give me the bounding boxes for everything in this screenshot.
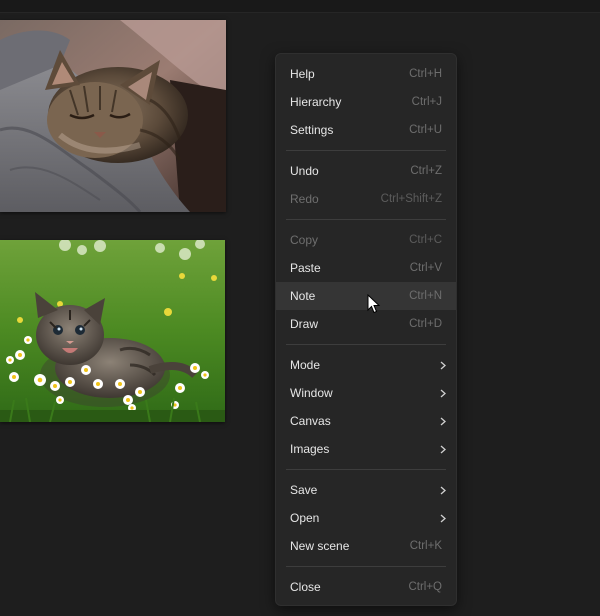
context-menu: Help Ctrl+H Hierarchy Ctrl+J Settings Ctrl+U U…	[275, 53, 457, 606]
menu-separator	[286, 150, 446, 151]
menu-item-label: Copy	[290, 233, 319, 247]
chevron-right-icon	[436, 416, 446, 426]
menu-item-label: Paste	[290, 261, 321, 275]
menu-separator	[286, 566, 446, 567]
menu-item-shortcut: Ctrl+U	[409, 124, 442, 136]
menu-item-settings[interactable]: Settings Ctrl+U	[276, 116, 456, 144]
menu-item-paste[interactable]: Paste Ctrl+V	[276, 254, 456, 282]
photo-kitten-grass[interactable]	[0, 240, 225, 422]
menu-item-shortcut: Ctrl+K	[409, 540, 442, 552]
menu-item-label: Open	[290, 511, 320, 525]
menu-item-help[interactable]: Help Ctrl+H	[276, 60, 456, 88]
menu-separator	[286, 344, 446, 345]
menu-item-shortcut: Ctrl+Shift+Z	[380, 193, 442, 205]
menu-item-label: Images	[290, 442, 330, 456]
menu-item-label: Hierarchy	[290, 95, 342, 109]
menu-item-label: Mode	[290, 358, 321, 372]
menu-item-hierarchy[interactable]: Hierarchy Ctrl+J	[276, 88, 456, 116]
chevron-right-icon	[436, 485, 446, 495]
menu-item-label: Draw	[290, 317, 319, 331]
menu-item-label: Help	[290, 67, 315, 81]
menu-separator	[286, 219, 446, 220]
menu-item-save[interactable]: Save	[276, 476, 456, 504]
menu-item-label: Note	[290, 289, 316, 303]
menu-item-shortcut: Ctrl+J	[411, 96, 442, 108]
menu-item-window[interactable]: Window	[276, 379, 456, 407]
menu-separator	[286, 469, 446, 470]
menu-item-new-scene[interactable]: New scene Ctrl+K	[276, 532, 456, 560]
menu-item-shortcut: Ctrl+Z	[410, 165, 442, 177]
menu-item-label: Close	[290, 580, 321, 594]
menu-item-label: Save	[290, 483, 318, 497]
chevron-right-icon	[436, 360, 446, 370]
menu-item-label: New scene	[290, 539, 350, 553]
menu-item-label: Canvas	[290, 414, 331, 428]
menu-item-copy: Copy Ctrl+C	[276, 226, 456, 254]
menu-item-shortcut: Ctrl+N	[409, 290, 442, 302]
menu-item-note[interactable]: Note Ctrl+N	[276, 282, 456, 310]
menu-item-canvas[interactable]: Canvas	[276, 407, 456, 435]
menu-item-undo[interactable]: Undo Ctrl+Z	[276, 157, 456, 185]
menu-item-label: Undo	[290, 164, 319, 178]
menu-item-images[interactable]: Images	[276, 435, 456, 463]
kitten-grass-image	[0, 240, 225, 422]
chevron-right-icon	[436, 513, 446, 523]
menu-item-redo: Redo Ctrl+Shift+Z	[276, 185, 456, 213]
chevron-right-icon	[436, 444, 446, 454]
top-bar	[0, 0, 600, 13]
menu-item-label: Redo	[290, 192, 319, 206]
menu-item-close[interactable]: Close Ctrl+Q	[276, 573, 456, 601]
menu-item-shortcut: Ctrl+V	[409, 262, 442, 274]
photo-sleeping-cat[interactable]	[0, 20, 226, 212]
menu-item-label: Settings	[290, 123, 334, 137]
menu-item-label: Window	[290, 386, 333, 400]
menu-item-shortcut: Ctrl+H	[409, 68, 442, 80]
menu-item-shortcut: Ctrl+D	[409, 318, 442, 330]
menu-item-draw[interactable]: Draw Ctrl+D	[276, 310, 456, 338]
menu-item-mode[interactable]: Mode	[276, 351, 456, 379]
menu-item-open[interactable]: Open	[276, 504, 456, 532]
sleeping-cat-image	[0, 20, 226, 212]
app-canvas: Help Ctrl+H Hierarchy Ctrl+J Settings Ctrl+U U…	[0, 0, 600, 616]
menu-item-shortcut: Ctrl+Q	[408, 581, 442, 593]
chevron-right-icon	[436, 388, 446, 398]
menu-item-shortcut: Ctrl+C	[409, 234, 442, 246]
